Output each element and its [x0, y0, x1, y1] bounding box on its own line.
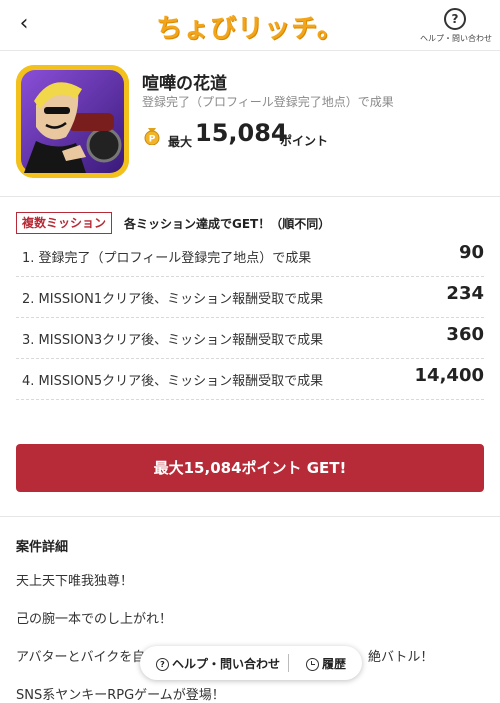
mission-label: 2. MISSION1クリア後、ミッション報酬受取で成果: [22, 292, 324, 307]
question-icon: ?: [444, 8, 466, 30]
mission-points: 90: [458, 242, 484, 263]
section-divider: [0, 516, 500, 517]
floating-help-label: ヘルプ・問い合わせ: [172, 657, 281, 671]
get-points-button[interactable]: 最大15,084ポイント GET!: [16, 444, 484, 492]
detail-line: SNS系ヤンキーRPGゲームが登場！: [16, 688, 225, 703]
mission-row: 2. MISSION1クリア後、ミッション報酬受取で成果 234: [16, 277, 484, 318]
mission-row: 1. 登録完了（プロフィール登録完了地点）で成果 90: [16, 236, 484, 277]
offer-subtitle: 登録完了（プロフィール登録完了地点）で成果: [142, 95, 394, 109]
mission-points: 234: [446, 283, 484, 304]
mission-label: 3. MISSION3クリア後、ミッション報酬受取で成果: [22, 333, 324, 348]
mission-list: 複数ミッション 各ミッション達成でGET！（順不同） 1. 登録完了（プロフィー…: [16, 212, 484, 400]
details-title: 案件詳細: [16, 540, 69, 555]
offer-summary: 喧嘩の花道 登録完了（プロフィール登録完了地点）で成果 P 最大 15,084 …: [0, 51, 500, 197]
history-button[interactable]: 履歴: [306, 655, 346, 672]
floating-help-button[interactable]: ? ヘルプ・問い合わせ: [156, 655, 280, 672]
mission-points: 14,400: [414, 365, 484, 386]
app-icon: [16, 65, 129, 178]
mission-row: 4. MISSION5クリア後、ミッション報酬受取で成果 14,400: [16, 359, 484, 400]
mission-note: 各ミッション達成でGET！（順不同）: [124, 217, 331, 231]
floating-action-bar: ? ヘルプ・問い合わせ 履歴: [140, 646, 362, 680]
max-points-value: 15,084: [195, 119, 288, 147]
offer-title: 喧嘩の花道: [142, 74, 227, 94]
detail-line: 絶バトル！: [368, 650, 434, 665]
detail-line: 己の腕一本でのし上がれ！: [16, 612, 173, 627]
question-icon: ?: [156, 658, 169, 671]
mission-points: 360: [446, 324, 484, 345]
mission-label: 4. MISSION5クリア後、ミッション報酬受取で成果: [22, 374, 324, 389]
detail-line: アバターとバイクを自: [16, 650, 146, 665]
money-bag-icon: P: [144, 128, 160, 145]
history-label: 履歴: [322, 657, 347, 671]
help-button[interactable]: ? ヘルプ・問い合わせ: [420, 8, 492, 44]
points-unit-label: ポイント: [280, 134, 329, 148]
max-label: 最大: [168, 135, 193, 149]
multi-mission-badge: 複数ミッション: [16, 212, 113, 234]
svg-text:P: P: [149, 135, 156, 145]
mission-row: 3. MISSION3クリア後、ミッション報酬受取で成果 360: [16, 318, 484, 359]
top-header: ‹ ちょびリッチ。 ? ヘルプ・問い合わせ: [0, 0, 500, 51]
separator: [288, 654, 289, 672]
detail-line: 天上天下唯我独尊！: [16, 574, 134, 589]
help-label: ヘルプ・問い合わせ: [420, 34, 492, 43]
history-icon: [306, 658, 319, 671]
mission-label: 1. 登録完了（プロフィール登録完了地点）で成果: [22, 251, 312, 266]
